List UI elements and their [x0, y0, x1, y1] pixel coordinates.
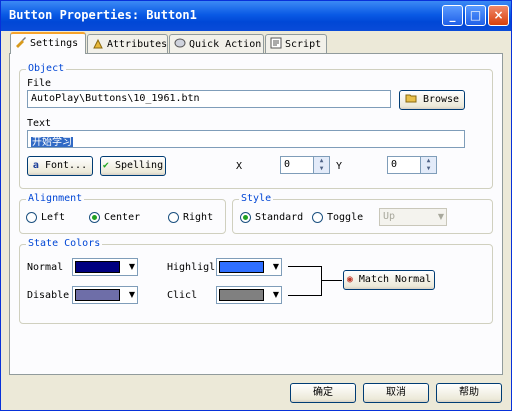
- match-normal-label: Match Normal: [358, 274, 432, 285]
- align-center-label[interactable]: Center: [104, 212, 140, 223]
- click-color-swatch: [219, 289, 264, 301]
- style-group: Style Standard Toggle Up ▼: [232, 193, 493, 234]
- y-value: 0: [391, 159, 398, 170]
- click-color-label: Clicl: [167, 290, 198, 301]
- chevron-down-icon: ▼: [128, 262, 135, 271]
- align-center-radio[interactable]: [89, 212, 100, 223]
- x-label: X: [236, 161, 243, 172]
- quick-action-icon: [174, 37, 186, 49]
- text-label: Text: [27, 118, 52, 129]
- match-normal-button[interactable]: ◉ Match Normal: [343, 270, 435, 290]
- style-toggle-radio[interactable]: [312, 212, 323, 223]
- chevron-down-icon: ▼: [437, 212, 444, 221]
- text-field[interactable]: 开始学习: [27, 130, 465, 148]
- tab-settings[interactable]: Settings: [10, 32, 86, 54]
- disabled-color-select[interactable]: ▼: [72, 286, 138, 304]
- style-group-label: Style: [239, 193, 274, 204]
- tab-attributes[interactable]: Attributes: [87, 34, 168, 53]
- style-toggle-label[interactable]: Toggle: [327, 212, 363, 223]
- chevron-down-icon: ▼: [272, 290, 279, 299]
- font-icon: a: [32, 160, 39, 171]
- normal-color-select[interactable]: ▼: [72, 258, 138, 276]
- object-group-label: Object: [26, 63, 67, 74]
- spin-down-icon[interactable]: ▼: [421, 165, 436, 173]
- connector-line: [321, 266, 322, 296]
- toggle-state-select[interactable]: Up ▼: [379, 208, 447, 226]
- tab-quick-action-label: Quick Action: [189, 39, 262, 50]
- highlight-color-select[interactable]: ▼: [216, 258, 282, 276]
- tab-quick-action[interactable]: Quick Action: [169, 34, 264, 53]
- properties-window: Button Properties: Button1 _ □ × Setting…: [0, 0, 512, 411]
- normal-color-label: Normal: [27, 262, 64, 273]
- alignment-group: Alignment Left Center Right: [19, 193, 226, 234]
- align-left-radio[interactable]: [26, 212, 37, 223]
- settings-icon: [15, 36, 27, 48]
- spin-up-icon[interactable]: ▲: [314, 157, 329, 165]
- tab-attributes-label: Attributes: [107, 39, 168, 50]
- normal-color-swatch: [75, 261, 120, 273]
- x-spinner[interactable]: 0 ▲ ▼: [280, 156, 330, 174]
- connector-line: [288, 295, 322, 296]
- chevron-down-icon: ▼: [272, 262, 279, 271]
- folder-icon: [405, 94, 417, 103]
- align-right-label[interactable]: Right: [183, 212, 213, 223]
- x-value: 0: [284, 159, 291, 170]
- align-left-label[interactable]: Left: [41, 212, 65, 223]
- file-label: File: [27, 78, 52, 89]
- style-standard-label[interactable]: Standard: [255, 212, 303, 223]
- spelling-button[interactable]: ✔ Spelling: [100, 156, 166, 176]
- toggle-state-value: Up: [383, 211, 396, 222]
- y-spinner[interactable]: 0 ▲ ▼: [387, 156, 437, 174]
- spelling-button-label: Spelling: [114, 160, 164, 171]
- x-spin-buttons[interactable]: ▲ ▼: [313, 157, 329, 173]
- settings-panel: Object File AutoPlay\Buttons\10_1961.btn…: [9, 53, 503, 375]
- cancel-button[interactable]: 取消: [363, 383, 429, 403]
- chevron-down-icon: ▼: [128, 290, 135, 299]
- spin-up-icon[interactable]: ▲: [421, 157, 436, 165]
- browse-button-label: Browse: [422, 94, 460, 105]
- state-colors-group: State Colors Normal ▼ Highligl ▼ Disable…: [19, 238, 493, 324]
- state-colors-group-label: State Colors: [26, 238, 103, 249]
- font-button[interactable]: a Font...: [27, 156, 93, 176]
- object-group: Object File AutoPlay\Buttons\10_1961.btn…: [19, 63, 493, 189]
- connector-line: [288, 266, 322, 267]
- minimize-button[interactable]: _: [442, 5, 463, 26]
- highlight-color-label: Highligl: [167, 262, 216, 273]
- ok-button[interactable]: 确定: [290, 383, 356, 403]
- attributes-icon: [92, 37, 104, 49]
- y-label: Y: [336, 161, 343, 172]
- click-color-select[interactable]: ▼: [216, 286, 282, 304]
- match-icon: ◉: [346, 274, 353, 285]
- disabled-color-swatch: [75, 289, 120, 301]
- close-button[interactable]: ×: [488, 5, 509, 26]
- file-field[interactable]: AutoPlay\Buttons\10_1961.btn: [27, 90, 391, 108]
- script-icon: [270, 37, 282, 49]
- disabled-color-label: Disable: [27, 290, 70, 301]
- title-bar[interactable]: Button Properties: Button1 _ □ ×: [1, 1, 511, 31]
- highlight-color-swatch: [219, 261, 264, 273]
- align-right-radio[interactable]: [168, 212, 179, 223]
- alignment-group-label: Alignment: [26, 193, 85, 204]
- help-button[interactable]: 帮助: [436, 383, 502, 403]
- maximize-button[interactable]: □: [465, 5, 486, 26]
- text-field-value: 开始学习: [31, 137, 73, 148]
- tab-script[interactable]: Script: [265, 34, 327, 53]
- dialog-client: Settings Attributes Quick Action Script …: [4, 31, 508, 407]
- font-button-label: Font...: [44, 160, 88, 171]
- y-spin-buttons[interactable]: ▲ ▼: [420, 157, 436, 173]
- tab-settings-label: Settings: [30, 38, 79, 49]
- checkmark-icon: ✔: [102, 160, 109, 171]
- style-standard-radio[interactable]: [240, 212, 251, 223]
- tab-script-label: Script: [285, 39, 322, 50]
- spin-down-icon[interactable]: ▼: [314, 165, 329, 173]
- browse-button[interactable]: Browse: [399, 90, 465, 110]
- window-title: Button Properties: Button1: [9, 8, 197, 22]
- connector-line: [321, 280, 342, 281]
